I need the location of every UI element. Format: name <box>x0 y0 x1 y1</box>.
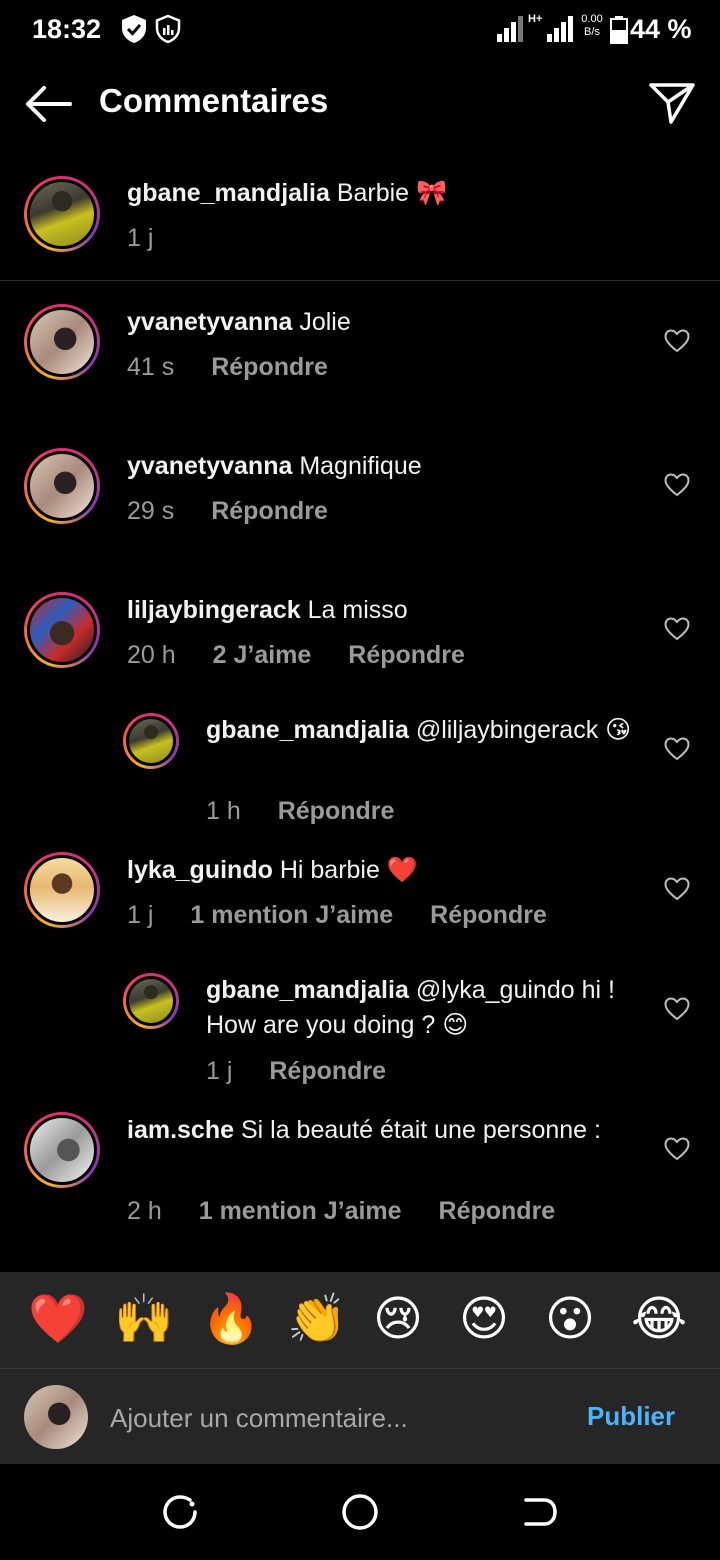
arrow-left-icon[interactable] <box>24 84 72 124</box>
reply-time: 1 h <box>206 797 241 825</box>
reaction-heart-eyes[interactable]: 😍 <box>459 1292 509 1348</box>
comment-time: 1 j <box>127 901 154 929</box>
reply-username[interactable]: gbane_mandjalia <box>206 716 409 744</box>
shield-chart-icon <box>155 14 181 44</box>
likes-count[interactable]: 1 mention J’aime <box>190 901 393 930</box>
comment-text: lyka_guindo Hi barbie ❤️ <box>127 853 647 888</box>
comment-body: La misso <box>307 596 408 624</box>
reply-text: gbane_mandjalia @liljaybingerack 😘 <box>206 713 646 748</box>
reply-button[interactable]: Répondre <box>211 497 328 526</box>
comment-username[interactable]: yvanetyvanna <box>127 308 292 336</box>
caption-time: 1 j <box>127 224 154 252</box>
reaction-crying[interactable]: 😢 <box>373 1292 423 1348</box>
reply-meta: 1 j Répondre <box>206 1057 386 1086</box>
paper-plane-icon[interactable] <box>647 80 697 126</box>
heart-icon[interactable] <box>664 737 690 761</box>
comment-text: yvanetyvanna Magnifique <box>127 449 647 484</box>
reply-time: 1 j <box>206 1057 233 1085</box>
caption-meta: 1 j <box>127 224 153 253</box>
comment-text: yvanetyvanna Jolie <box>127 305 647 340</box>
quick-reactions-bar: ❤️ 🙌 🔥 👏 😢 😍 😮 😂 <box>0 1272 720 1368</box>
comment-meta: 2 h 1 mention J’aime Répondre <box>127 1197 555 1226</box>
comment-meta: 41 s Répondre <box>127 353 328 382</box>
battery-percent: 44 % <box>630 14 692 44</box>
heart-icon[interactable] <box>664 329 690 353</box>
reply-button[interactable]: Répondre <box>439 1197 556 1226</box>
avatar <box>24 1385 88 1449</box>
back-nav-icon[interactable] <box>520 1492 560 1532</box>
reaction-surprised[interactable]: 😮 <box>545 1292 595 1348</box>
shield-check-icon <box>122 15 146 43</box>
publish-button[interactable]: Publier <box>587 1401 675 1432</box>
header: Commentaires <box>0 62 720 148</box>
comment-input[interactable]: Ajouter un commentaire... <box>110 1403 408 1434</box>
comment-time: 41 s <box>127 353 175 381</box>
caption-text: gbane_mandjalia Barbie 🎀 <box>127 176 647 211</box>
avatar[interactable] <box>24 448 100 524</box>
heart-icon[interactable] <box>664 473 690 497</box>
reply-button[interactable]: Répondre <box>211 353 328 382</box>
comment-body: Si la beauté était une personne : <box>240 1116 601 1144</box>
avatar[interactable] <box>24 176 100 252</box>
signal-icon-2 <box>547 16 573 42</box>
battery-icon <box>610 16 628 44</box>
comment-meta: 20 h 2 J’aime Répondre <box>127 641 465 670</box>
reply-meta: 1 h Répondre <box>206 797 394 826</box>
comment-text: liljaybingerack La misso <box>127 593 647 628</box>
comment-body: Hi barbie ❤️ <box>279 856 418 884</box>
avatar[interactable] <box>123 713 179 769</box>
avatar[interactable] <box>24 852 100 928</box>
likes-count[interactable]: 1 mention J’aime <box>199 1197 402 1226</box>
reply-body: @liljaybingerack 😘 <box>415 716 632 744</box>
reply-button[interactable]: Répondre <box>269 1057 386 1086</box>
comment-meta: 1 j 1 mention J’aime Répondre <box>127 901 547 930</box>
reply-button[interactable]: Répondre <box>278 797 395 826</box>
comment-text: iam.sche Si la beauté était une personne… <box>127 1113 647 1148</box>
recent-apps-icon[interactable] <box>160 1492 200 1532</box>
comment-username[interactable]: iam.sche <box>127 1116 234 1144</box>
heart-icon[interactable] <box>664 617 690 641</box>
comment-username[interactable]: lyka_guindo <box>127 856 273 884</box>
heart-icon[interactable] <box>664 877 690 901</box>
page-title: Commentaires <box>99 82 329 119</box>
avatar[interactable] <box>123 973 179 1029</box>
caption-username[interactable]: gbane_mandjalia <box>127 179 330 207</box>
avatar[interactable] <box>24 1112 100 1188</box>
reaction-heart[interactable]: ❤️ <box>28 1292 88 1348</box>
reaction-raised-hands[interactable]: 🙌 <box>114 1292 174 1348</box>
home-icon[interactable] <box>340 1492 380 1532</box>
divider <box>0 280 720 281</box>
system-nav-bar <box>0 1464 720 1560</box>
status-bar: 18:32 H+ 0.00 B/s 44 % <box>0 0 720 62</box>
heart-icon[interactable] <box>664 1137 690 1161</box>
comment-composer: Ajouter un commentaire... Publier <box>0 1368 720 1464</box>
caption-body: Barbie 🎀 <box>336 179 448 207</box>
reply-username[interactable]: gbane_mandjalia <box>206 976 409 1004</box>
comment-time: 20 h <box>127 641 176 669</box>
comment-time: 2 h <box>127 1197 162 1225</box>
comment-username[interactable]: yvanetyvanna <box>127 452 292 480</box>
comment-body: Jolie <box>299 308 351 336</box>
reaction-laughing[interactable]: 😂 <box>631 1292 687 1348</box>
comment-meta: 29 s Répondre <box>127 497 328 526</box>
reaction-clap[interactable]: 👏 <box>287 1292 347 1348</box>
avatar[interactable] <box>24 592 100 668</box>
reaction-fire[interactable]: 🔥 <box>201 1292 261 1348</box>
comment-body: Magnifique <box>299 452 422 480</box>
signal-icon <box>497 16 523 42</box>
comment-username[interactable]: liljaybingerack <box>127 596 301 624</box>
reply-text: gbane_mandjalia @lyka_guindo hi ! How ar… <box>206 973 646 1043</box>
avatar[interactable] <box>24 304 100 380</box>
heart-icon[interactable] <box>664 997 690 1021</box>
network-type: H+ <box>528 13 543 25</box>
reply-button[interactable]: Répondre <box>430 901 547 930</box>
status-time: 18:32 <box>32 14 102 44</box>
comment-time: 29 s <box>127 497 175 525</box>
reply-button[interactable]: Répondre <box>348 641 465 670</box>
network-speed: 0.00 B/s <box>581 13 603 38</box>
likes-count[interactable]: 2 J’aime <box>213 641 312 670</box>
